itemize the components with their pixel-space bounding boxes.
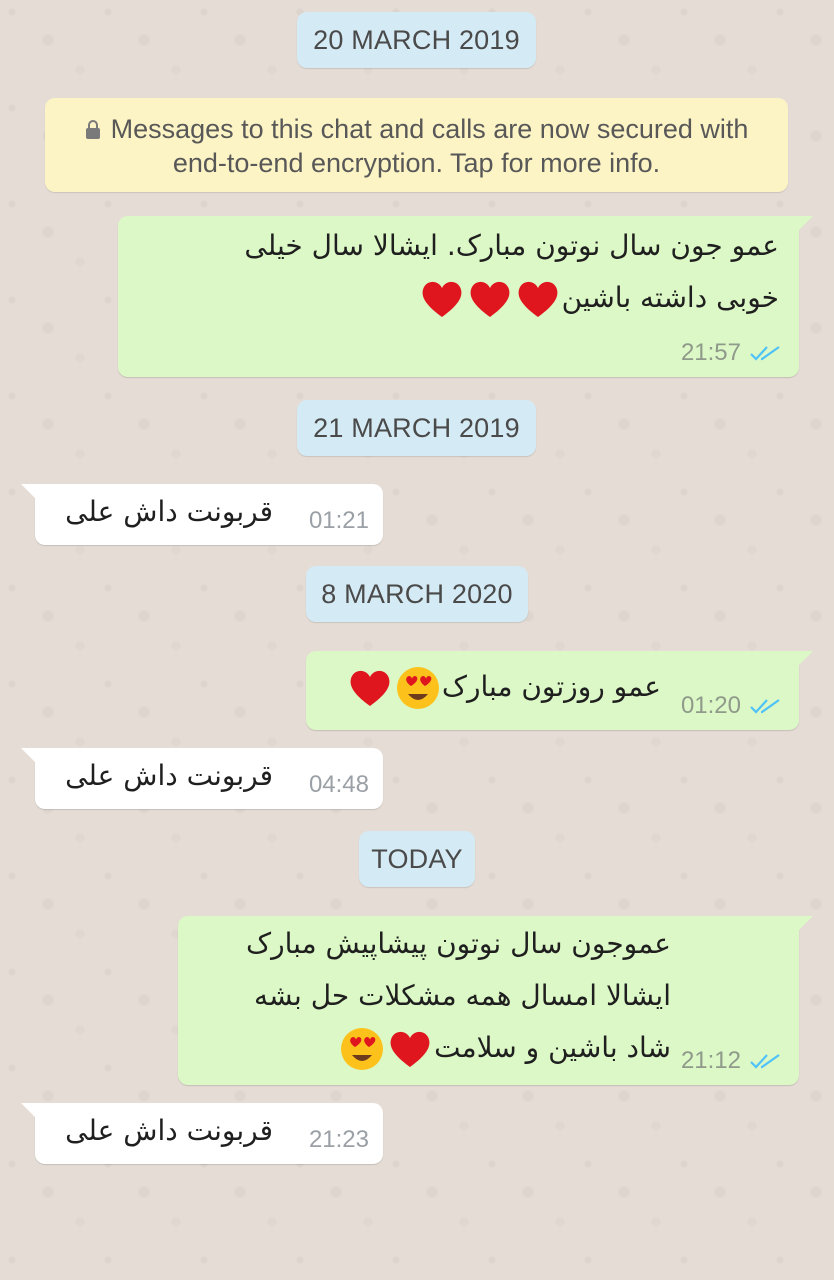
red-heart-emoji: [386, 1031, 434, 1067]
message-meta: 01:20: [681, 692, 783, 720]
lock-icon: [85, 120, 100, 139]
date-label: 21 MARCH 2019: [313, 412, 520, 443]
outgoing-message[interactable]: عموجون سال نوتون پیشاپیش مبارک ایشالا ام…: [178, 916, 813, 1085]
outgoing-message[interactable]: عمو جون سال نوتون مبارک. ایشالا سال خیلی…: [118, 216, 813, 377]
date-label: 8 MARCH 2020: [321, 578, 513, 609]
outgoing-message[interactable]: عمو روزتون مبارک 01:20: [306, 651, 813, 730]
date-label: 20 MARCH 2019: [313, 24, 520, 55]
encryption-notice-line-2: end-to-end encryption. Tap for more info…: [172, 148, 661, 178]
date-separator: 20 MARCH 2019: [297, 12, 536, 68]
date-separator: 21 MARCH 2019: [297, 400, 536, 456]
chat-wallpaper: [0, 0, 834, 1280]
double-check-read-icon: [750, 1054, 780, 1069]
message-meta: 21:12: [681, 1047, 783, 1075]
red-heart-emoji: [418, 281, 466, 317]
message-text: قربونت داش علی: [65, 1114, 273, 1147]
message-time: 21:23: [308, 1126, 369, 1153]
message-meta: 04:48: [309, 771, 369, 799]
incoming-message[interactable]: قربونت داش علی 21:23: [21, 1103, 383, 1164]
incoming-message[interactable]: قربونت داش علی 01:21: [21, 484, 383, 545]
heart-eyes-emoji: [338, 1028, 386, 1070]
date-label: TODAY: [371, 843, 463, 874]
encryption-notice[interactable]: Messages to this chat and calls are now …: [45, 98, 788, 192]
message-time: 01:20: [680, 692, 741, 719]
heart-eyes-emoji: [394, 667, 442, 709]
message-text: عمو جون سال نوتون مبارک. ایشالا سال خیلی…: [244, 220, 779, 324]
message-text: عموجون سال نوتون پیشاپیش مبارک ایشالا ام…: [246, 918, 671, 1074]
message-time: 04:48: [308, 771, 369, 798]
double-check-read-icon: [750, 346, 780, 361]
message-time: 21:12: [680, 1047, 741, 1074]
message-time: 01:21: [308, 507, 369, 534]
message-text: قربونت داش علی: [65, 759, 273, 792]
date-separator: 8 MARCH 2020: [306, 566, 528, 622]
message-meta: 21:57: [681, 339, 783, 367]
encryption-notice-line-1: Messages to this chat and calls are now …: [45, 112, 788, 146]
red-heart-emoji: [346, 670, 394, 706]
message-text: عمو روزتون مبارک: [346, 661, 661, 713]
red-heart-emoji: [514, 281, 562, 317]
double-check-read-icon: [750, 699, 780, 714]
incoming-message[interactable]: قربونت داش علی 04:48: [21, 748, 383, 809]
message-meta: 01:21: [309, 507, 369, 535]
date-separator: TODAY: [359, 831, 475, 887]
message-text: قربونت داش علی: [65, 495, 273, 528]
message-meta: 21:23: [309, 1126, 369, 1154]
red-heart-emoji: [466, 281, 514, 317]
message-time: 21:57: [680, 339, 741, 366]
